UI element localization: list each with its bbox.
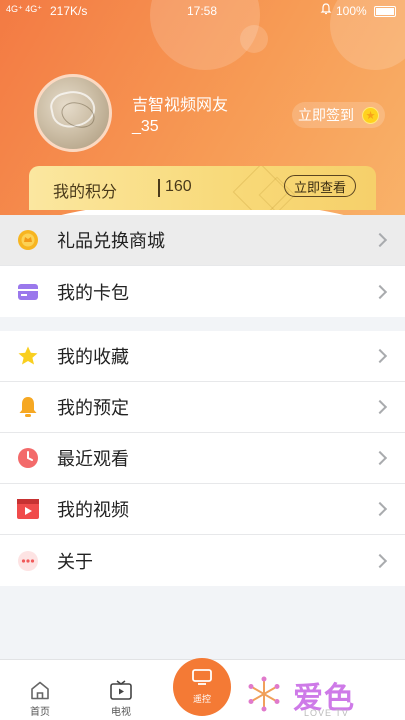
tv-icon [110, 680, 132, 700]
status-bar: 4G⁺ 4G⁺ 217K/s 17:58 100% [0, 0, 405, 22]
home-icon [29, 680, 51, 700]
menu-label: 我的卡包 [57, 282, 129, 303]
tab-tv[interactable]: 电视 [91, 660, 151, 720]
profile-page: 4G⁺ 4G⁺ 217K/s 17:58 100% 吉智视频网友_35 立即签到… [0, 0, 405, 720]
tab-label: 电视 [111, 707, 131, 718]
star-icon [17, 345, 39, 367]
view-points-button[interactable]: 立即查看 [284, 175, 356, 197]
chevron-right-icon [372, 501, 388, 517]
snowflake-logo-icon [248, 676, 280, 712]
chevron-right-icon [372, 348, 388, 364]
menu-item-favorites[interactable]: 我的收藏 [0, 331, 405, 382]
menu-label: 我的预定 [57, 398, 129, 418]
clock: 17:58 [187, 4, 218, 18]
coin-icon: ★ [362, 106, 379, 124]
decor-bubble [240, 25, 268, 53]
menu-label: 礼品兑换商城 [57, 231, 165, 251]
menu-item-recent[interactable]: 最近观看 [0, 433, 405, 484]
tab-label: 首页 [30, 707, 50, 718]
points-value: 160 [165, 178, 192, 195]
battery-percent: 100% [336, 4, 367, 18]
tab-label: 遥控 [192, 694, 211, 704]
chevron-right-icon [372, 232, 388, 248]
tab-home[interactable]: 首页 [10, 660, 70, 720]
gift-coin-icon [17, 229, 39, 251]
menu-group-personal: 我的收藏 我的预定 最近观看 我的视频 关于 [0, 331, 405, 586]
watermark-subtext: LOVE TV [304, 708, 349, 718]
points-label: 我的积分 [53, 184, 118, 201]
menu-item-about[interactable]: 关于 [0, 535, 405, 586]
battery-icon [374, 6, 396, 17]
remote-icon [192, 669, 212, 690]
chevron-right-icon [372, 450, 388, 466]
menu-item-card-wallet[interactable]: 我的卡包 [0, 266, 405, 317]
video-icon [17, 498, 39, 520]
chevron-right-icon [372, 284, 388, 299]
signal-indicator: 4G⁺ 4G⁺ [6, 4, 43, 14]
menu-label: 我的收藏 [57, 347, 129, 367]
more-icon [17, 550, 39, 572]
remote-control-button[interactable]: 遥控 [173, 658, 231, 716]
chevron-right-icon [372, 553, 388, 568]
checkin-button[interactable]: 立即签到 ★ [292, 102, 385, 128]
menu-label: 最近观看 [57, 449, 129, 469]
points-divider [158, 179, 160, 197]
avatar[interactable] [34, 74, 112, 152]
menu-item-reservations[interactable]: 我的预定 [0, 382, 405, 433]
chevron-right-icon [372, 399, 388, 415]
menu-item-my-videos[interactable]: 我的视频 [0, 484, 405, 535]
username: 吉智视频网友_35 [132, 97, 229, 135]
bell-icon [17, 396, 39, 418]
card-icon [17, 281, 39, 303]
menu-group-shop: 礼品兑换商城 我的卡包 [0, 215, 405, 317]
menu-label: 关于 [57, 551, 93, 572]
clock-icon [17, 447, 39, 469]
alarm-icon [320, 3, 332, 18]
checkin-label: 立即签到 [298, 107, 354, 123]
network-speed: 217K/s [50, 4, 88, 18]
menu-label: 我的视频 [57, 500, 129, 520]
watermark-logo: 爱色 LOVE TV [238, 670, 405, 720]
menu-item-gift-mall[interactable]: 礼品兑换商城 [0, 215, 405, 266]
